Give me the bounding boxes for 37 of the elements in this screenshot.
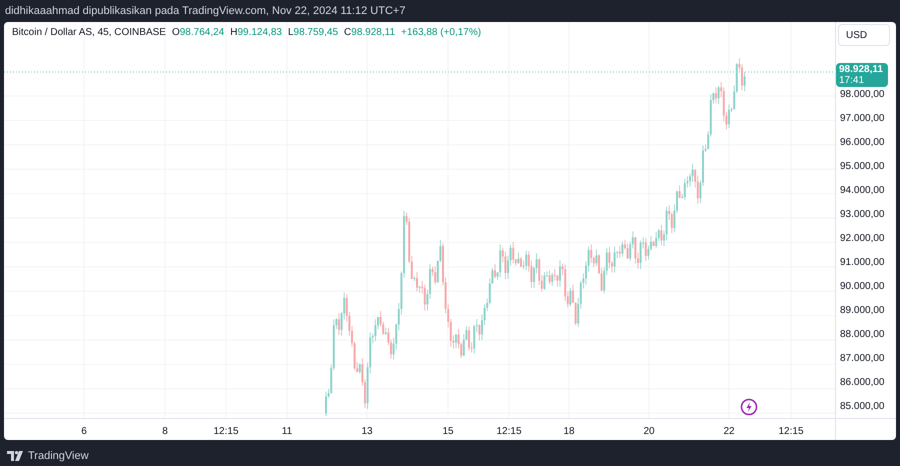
symbol-title: Bitcoin / Dollar AS, 45, COINBASE (12, 26, 166, 40)
lightning-icon[interactable] (740, 398, 758, 416)
time-label: 11 (282, 425, 292, 439)
brand-name[interactable]: TradingView (28, 448, 89, 464)
time-label: 12:15 (778, 425, 804, 439)
time-label: 12:15 (496, 425, 522, 439)
price-label: 96.000,00 (840, 136, 884, 150)
price-label: 98.000,00 (840, 88, 884, 102)
time-label: 22 (723, 425, 735, 439)
ohlc-value: O98.764,24 (172, 26, 224, 40)
time-label: 13 (361, 425, 373, 439)
price-label: 94.000,00 (840, 184, 884, 198)
price-label: 90.000,00 (840, 280, 884, 294)
logo-icon (7, 451, 24, 462)
time-label: 20 (643, 425, 655, 439)
publisher-caption: didhikaaahmad dipublikasikan pada TradingView.com, Nov 22, 2024 11:12 UTC+7 (5, 4, 406, 19)
price-label: 93.000,00 (840, 208, 884, 222)
time-label: 18 (563, 425, 575, 439)
time-label: 8 (162, 425, 168, 439)
price-label: 85.000,00 (840, 400, 884, 414)
price-label: 95.000,00 (840, 160, 884, 174)
price-label: 91.000,00 (840, 256, 884, 270)
time-label: 6 (81, 425, 87, 439)
price-label: 97.000,00 (840, 112, 884, 126)
ohlc-value: C98.928,11 (344, 26, 396, 40)
price-label: 88.000,00 (840, 328, 884, 342)
price-label: 87.000,00 (840, 352, 884, 366)
currency-button[interactable]: USD (838, 24, 890, 46)
price-label: 89.000,00 (840, 304, 884, 318)
price-label: 86.000,00 (840, 376, 884, 390)
time-label: 15 (442, 425, 454, 439)
last-price-tag: 98.928,11 17:41 (836, 63, 888, 87)
price-label: 92.000,00 (840, 232, 884, 246)
price-change: +163,88 (+0,17%) (401, 26, 482, 40)
time-label: 12:15 (213, 425, 239, 439)
ohlc-value: H99.124,83 (230, 26, 282, 40)
ohlc-value: L98.759,45 (288, 26, 338, 40)
